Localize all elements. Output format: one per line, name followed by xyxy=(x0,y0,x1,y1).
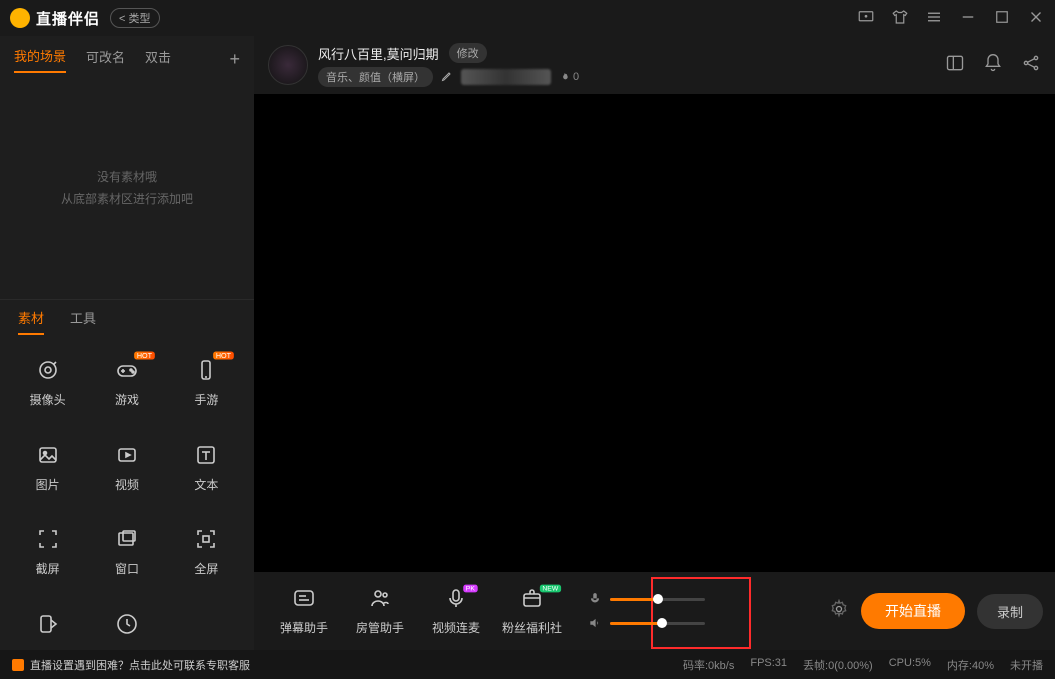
mic-slider[interactable] xyxy=(588,592,705,606)
material-label: 文本 xyxy=(194,476,218,493)
material-label: 视频 xyxy=(115,476,139,493)
tab-doubleclick[interactable]: 双击 xyxy=(145,47,171,72)
toolbar-label: 房管助手 xyxy=(356,619,404,636)
material-window[interactable]: 窗口 xyxy=(87,526,166,583)
window-icon xyxy=(114,526,140,552)
titlebar: 直播伴侣 < 类型 xyxy=(0,0,1055,36)
start-stream-button[interactable]: 开始直播 xyxy=(861,593,965,629)
material-text[interactable]: 文本 xyxy=(167,442,246,499)
material-label: 图片 xyxy=(36,476,60,493)
toolbar-room[interactable]: 房管助手 xyxy=(342,586,418,636)
material-label: 摄像头 xyxy=(30,391,66,408)
material-label: 窗口 xyxy=(115,560,139,577)
shirt-icon[interactable] xyxy=(891,8,909,29)
camera-icon xyxy=(35,357,61,383)
material-camera[interactable]: 摄像头 xyxy=(8,357,87,414)
material-label: 截屏 xyxy=(36,560,60,577)
minimize-icon[interactable] xyxy=(959,8,977,29)
tab-tools[interactable]: 工具 xyxy=(70,308,96,335)
toolbar-video-link[interactable]: PK 视频连麦 xyxy=(418,586,494,636)
material-game[interactable]: HOT游戏 xyxy=(87,357,166,414)
material-extra1[interactable] xyxy=(8,611,87,651)
record-button[interactable]: 录制 xyxy=(977,594,1043,629)
capture-icon xyxy=(35,526,61,552)
edit-icon[interactable] xyxy=(441,70,453,85)
extra1-icon xyxy=(35,611,61,637)
category-pill[interactable]: 音乐、颜值（横屏） xyxy=(318,67,433,87)
toolbar-label: 视频连麦 xyxy=(432,619,480,636)
mobile-game-icon xyxy=(193,357,219,383)
status-state: 未开播 xyxy=(1010,657,1043,673)
status-bitrate: 码率:0kb/s xyxy=(683,657,734,673)
speaker-icon xyxy=(12,659,24,671)
status-drop: 丢帧:0(0.00%) xyxy=(803,657,873,673)
material-image[interactable]: 图片 xyxy=(8,442,87,499)
sidebar: 我的场景 可改名 双击 + 没有素材哦 从底部素材区进行添加吧 素材 工具 摄像… xyxy=(0,36,254,650)
help-link[interactable]: 直播设置遇到困难？点击此处可联系专职客服 xyxy=(12,657,250,673)
text-icon xyxy=(193,442,219,468)
fullscreen-icon xyxy=(193,526,219,552)
room-icon xyxy=(368,586,392,613)
extra2-icon xyxy=(114,611,140,637)
popularity: 0 xyxy=(559,71,579,83)
type-button[interactable]: < 类型 xyxy=(110,8,159,28)
pk-badge: PK xyxy=(463,585,477,593)
status-fps: FPS:31 xyxy=(750,657,787,673)
hot-badge: HOT xyxy=(213,351,234,359)
stream-title: 风行八百里,莫问归期 xyxy=(318,44,439,63)
status-mem: 内存:40% xyxy=(947,657,994,673)
material-fullscreen[interactable]: 全屏 xyxy=(167,526,246,583)
app-logo: 直播伴侣 xyxy=(10,8,100,29)
avatar[interactable] xyxy=(268,45,308,85)
video-icon xyxy=(114,442,140,468)
add-scene-button[interactable]: + xyxy=(229,49,240,70)
empty-line1: 没有素材哦 xyxy=(97,167,157,189)
material-label: 游戏 xyxy=(115,391,139,408)
cast-icon[interactable] xyxy=(857,8,875,29)
share-icon[interactable] xyxy=(1021,53,1041,78)
hot-badge: HOT xyxy=(134,351,155,359)
material-extra2[interactable] xyxy=(87,611,166,651)
bell-icon[interactable] xyxy=(983,53,1003,78)
material-tabs: 素材 工具 xyxy=(0,299,254,339)
modify-button[interactable]: 修改 xyxy=(449,43,487,63)
tab-my-scene[interactable]: 我的场景 xyxy=(14,46,66,73)
scene-empty-state: 没有素材哦 从底部素材区进行添加吧 xyxy=(0,79,254,299)
volume-slider[interactable] xyxy=(588,616,705,630)
material-label: 手游 xyxy=(194,391,218,408)
empty-line2: 从底部素材区进行添加吧 xyxy=(61,189,193,211)
stream-header: 风行八百里,莫问归期 修改 音乐、颜值（横屏） 0 xyxy=(254,36,1055,94)
statusbar: 直播设置遇到困难？点击此处可联系专职客服 码率:0kb/s FPS:31 丢帧:… xyxy=(0,650,1055,679)
layout-icon[interactable] xyxy=(945,53,965,78)
status-cpu: CPU:5% xyxy=(889,657,931,673)
toolbar-danmu[interactable]: 弹幕助手 xyxy=(266,586,342,636)
toolbar-label: 弹幕助手 xyxy=(280,619,328,636)
new-badge: NEW xyxy=(540,585,561,593)
menu-icon[interactable] xyxy=(925,8,943,29)
toolbar-fans[interactable]: NEW 粉丝福利社 xyxy=(494,586,570,636)
app-name: 直播伴侣 xyxy=(36,8,100,29)
close-icon[interactable] xyxy=(1027,8,1045,29)
blurred-info xyxy=(461,69,551,85)
scene-tabs: 我的场景 可改名 双击 + xyxy=(0,36,254,79)
preview-area[interactable] xyxy=(254,94,1055,572)
bottom-toolbar: 弹幕助手 房管助手 PK 视频连麦 NEW 粉丝福利社 开始直播 录制 xyxy=(254,572,1055,650)
material-video[interactable]: 视频 xyxy=(87,442,166,499)
maximize-icon[interactable] xyxy=(993,8,1011,29)
logo-icon xyxy=(10,8,30,28)
material-mobile-game[interactable]: HOT手游 xyxy=(167,357,246,414)
material-capture[interactable]: 截屏 xyxy=(8,526,87,583)
material-grid: 摄像头HOT游戏HOT手游图片视频文本截屏窗口全屏 xyxy=(0,339,254,650)
audio-sliders xyxy=(588,592,705,630)
material-label: 全屏 xyxy=(194,560,218,577)
image-icon xyxy=(35,442,61,468)
window-controls xyxy=(857,8,1045,29)
settings-icon[interactable] xyxy=(829,599,849,624)
game-icon xyxy=(114,357,140,383)
tab-renameable[interactable]: 可改名 xyxy=(86,47,125,72)
main: 风行八百里,莫问归期 修改 音乐、颜值（横屏） 0 xyxy=(254,36,1055,650)
toolbar-label: 粉丝福利社 xyxy=(502,619,562,636)
tab-material[interactable]: 素材 xyxy=(18,308,44,335)
danmu-icon xyxy=(292,586,316,613)
